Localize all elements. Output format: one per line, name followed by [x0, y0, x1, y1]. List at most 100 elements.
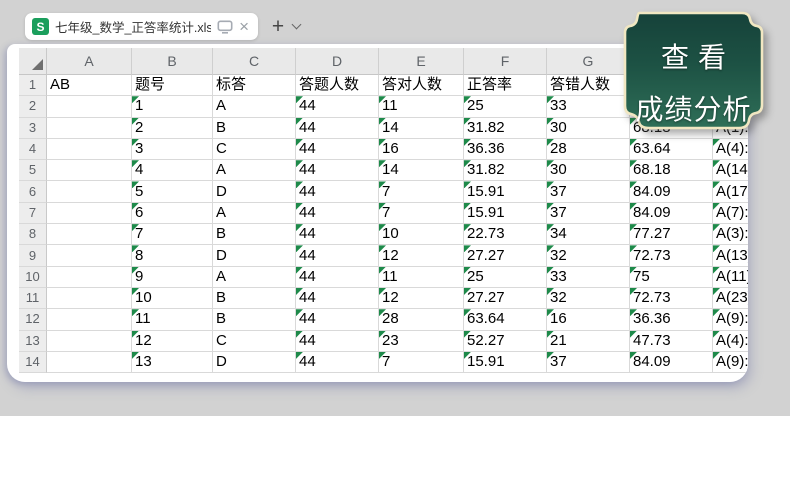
cell[interactable]: 4 [132, 160, 213, 181]
cell[interactable]: 16 [547, 309, 630, 330]
cell[interactable]: 12 [132, 331, 213, 352]
column-header-B[interactable]: B [132, 48, 213, 75]
row-header-11[interactable]: 11 [19, 288, 47, 309]
cell[interactable]: A(9):20 [713, 309, 748, 330]
cell[interactable]: AB [47, 75, 132, 96]
cell[interactable] [47, 118, 132, 139]
cell[interactable]: C [213, 331, 296, 352]
cell[interactable]: B [213, 118, 296, 139]
row-header-14[interactable]: 14 [19, 352, 47, 373]
cell[interactable]: 68.18 [630, 160, 713, 181]
cell[interactable]: A(14):3 [713, 160, 748, 181]
cell[interactable]: 44 [296, 288, 379, 309]
cell[interactable]: B [213, 224, 296, 245]
cell[interactable]: A(9):20 [713, 352, 748, 373]
cell[interactable]: 7 [379, 352, 464, 373]
cell[interactable]: A(17):3 [713, 181, 748, 202]
cell[interactable]: 44 [296, 331, 379, 352]
cell[interactable] [47, 267, 132, 288]
cell[interactable]: 44 [296, 309, 379, 330]
cell[interactable] [47, 160, 132, 181]
row-header-13[interactable]: 13 [19, 331, 47, 352]
cell[interactable]: 14 [379, 118, 464, 139]
cell[interactable]: 37 [547, 203, 630, 224]
cell[interactable]: 2 [132, 118, 213, 139]
row-header-8[interactable]: 8 [19, 224, 47, 245]
cell[interactable]: 12 [379, 245, 464, 266]
cell[interactable]: 27.27 [464, 245, 547, 266]
cell[interactable]: 44 [296, 245, 379, 266]
row-header-7[interactable]: 7 [19, 203, 47, 224]
cell[interactable]: 84.09 [630, 352, 713, 373]
cell[interactable]: 44 [296, 118, 379, 139]
cell[interactable]: 44 [296, 96, 379, 117]
column-header-E[interactable]: E [379, 48, 464, 75]
row-header-5[interactable]: 5 [19, 160, 47, 181]
cell[interactable]: 8 [132, 245, 213, 266]
cell[interactable] [47, 181, 132, 202]
cell[interactable] [47, 139, 132, 160]
cell[interactable]: 33 [547, 267, 630, 288]
cell[interactable]: 28 [547, 139, 630, 160]
cell[interactable]: 31.82 [464, 160, 547, 181]
cell[interactable]: 25 [464, 96, 547, 117]
row-header-1[interactable]: 1 [19, 75, 47, 96]
cell[interactable]: A [213, 96, 296, 117]
row-header-3[interactable]: 3 [19, 118, 47, 139]
cell[interactable]: 1 [132, 96, 213, 117]
cell[interactable]: 75 [630, 267, 713, 288]
cell[interactable]: D [213, 352, 296, 373]
cell[interactable]: 36.36 [464, 139, 547, 160]
cell[interactable]: 16 [379, 139, 464, 160]
cell[interactable] [47, 352, 132, 373]
cell[interactable]: 44 [296, 267, 379, 288]
cell[interactable]: 44 [296, 181, 379, 202]
cell[interactable]: A(13):2 [713, 245, 748, 266]
cell[interactable]: 11 [379, 267, 464, 288]
cell[interactable]: 44 [296, 352, 379, 373]
cell[interactable] [47, 309, 132, 330]
cell[interactable]: 答对人数 [379, 75, 464, 96]
cell[interactable] [47, 224, 132, 245]
column-header-C[interactable]: C [213, 48, 296, 75]
cell[interactable]: A(3):6. [713, 224, 748, 245]
cell[interactable]: 23 [379, 331, 464, 352]
cell[interactable]: 31.82 [464, 118, 547, 139]
cell[interactable]: 正答率 [464, 75, 547, 96]
cell[interactable]: 34 [547, 224, 630, 245]
cell[interactable]: 47.73 [630, 331, 713, 352]
cell[interactable]: 22.73 [464, 224, 547, 245]
cell[interactable]: 44 [296, 160, 379, 181]
cell[interactable]: 标答 [213, 75, 296, 96]
cell[interactable] [47, 288, 132, 309]
row-header-4[interactable]: 4 [19, 139, 47, 160]
chevron-down-icon[interactable] [293, 20, 302, 29]
cell[interactable]: B [213, 288, 296, 309]
cell[interactable]: 44 [296, 224, 379, 245]
cell[interactable]: A [213, 160, 296, 181]
cell[interactable]: A(4):9. [713, 139, 748, 160]
cell[interactable]: 32 [547, 288, 630, 309]
close-tab-icon[interactable]: × [239, 18, 249, 35]
cell[interactable]: 77.27 [630, 224, 713, 245]
cell[interactable]: 7 [132, 224, 213, 245]
cell[interactable]: 10 [379, 224, 464, 245]
cell[interactable]: 63.64 [630, 139, 713, 160]
cell[interactable]: 6 [132, 203, 213, 224]
cell[interactable]: 25 [464, 267, 547, 288]
cell[interactable]: B [213, 309, 296, 330]
row-header-2[interactable]: 2 [19, 96, 47, 117]
cell[interactable]: 9 [132, 267, 213, 288]
cell[interactable]: 答题人数 [296, 75, 379, 96]
column-header-D[interactable]: D [296, 48, 379, 75]
cell[interactable]: A(4):9. [713, 331, 748, 352]
cell[interactable]: A(11):2 [713, 267, 748, 288]
cell[interactable]: A(23):5 [713, 288, 748, 309]
cell[interactable]: 3 [132, 139, 213, 160]
cell[interactable]: 33 [547, 96, 630, 117]
cell[interactable]: 52.27 [464, 331, 547, 352]
cell[interactable]: 21 [547, 331, 630, 352]
cell[interactable]: 15.91 [464, 352, 547, 373]
document-tab[interactable]: S 七年级_数学_正答率统计.xls × [25, 13, 258, 40]
cell[interactable]: 44 [296, 139, 379, 160]
